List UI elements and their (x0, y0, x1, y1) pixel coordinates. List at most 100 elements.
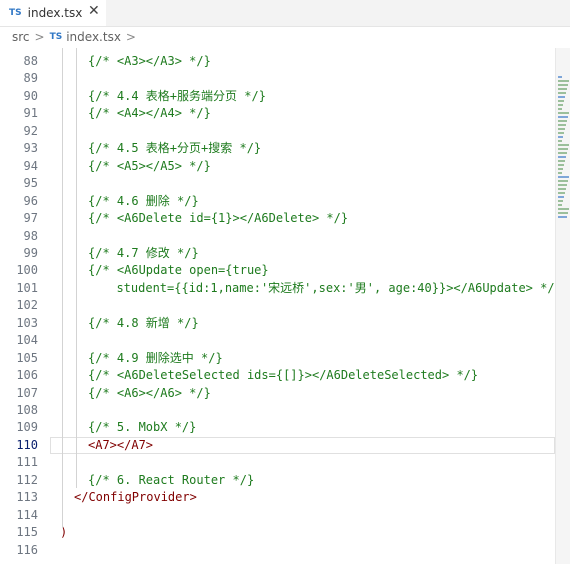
code-line[interactable]: 100 {/* <A6Update open={true} (0, 262, 555, 279)
overview-ruler-mark (558, 108, 562, 110)
close-icon[interactable]: ✕ (88, 3, 100, 19)
code-line[interactable]: 96 {/* 4.6 删除 */} (0, 193, 555, 210)
line-number: 100 (16, 263, 38, 278)
code-line[interactable]: 106 {/* <A6DeleteSelected ids={[]}></A6De… (0, 367, 555, 384)
code-text: {/* <A6DeleteSelected ids={[]}></A6Delet… (88, 368, 479, 383)
line-number: 93 (23, 141, 38, 156)
overview-ruler-mark (558, 200, 563, 202)
tab-label: index.tsx (27, 6, 83, 20)
code-line[interactable]: 92 (0, 123, 555, 140)
code-text: {/* 6. React Router */} (88, 472, 255, 487)
code-line[interactable]: 109 {/* 5. MobX */} (0, 419, 555, 436)
overview-ruler-mark (558, 168, 563, 170)
code-text: {/* 5. MobX */} (88, 420, 197, 435)
code-line[interactable]: 114 (0, 507, 555, 524)
typescript-icon: TS (9, 8, 22, 18)
line-number: 112 (16, 472, 38, 487)
code-text: {/* <A3></A3> */} (88, 54, 211, 68)
line-number: 94 (23, 158, 38, 173)
vertical-scrollbar[interactable] (555, 48, 570, 564)
code-line[interactable]: 111 (0, 454, 555, 471)
code-editor[interactable]: 88 {/* <A3></A3> */} 89 90 {/* 4.4 表格+服务端分页 … (0, 48, 562, 564)
line-number: 89 (23, 71, 38, 86)
overview-ruler-mark (558, 156, 566, 158)
line-number: 116 (16, 542, 38, 557)
code-line[interactable]: 90 {/* 4.4 表格+服务端分页 */} (0, 88, 555, 105)
indent-guide (76, 48, 77, 488)
overview-ruler-mark (558, 164, 564, 166)
code-line[interactable]: 93 {/* 4.5 表格+分页+搜索 */} (0, 140, 555, 157)
code-text: {/* <A6Update open={true} (88, 263, 269, 278)
code-line[interactable]: 102 (0, 297, 555, 314)
overview-ruler-mark (558, 128, 565, 130)
overview-ruler-mark (558, 160, 565, 162)
overview-ruler-mark (558, 112, 569, 114)
overview-ruler-mark (558, 196, 564, 198)
overview-ruler-mark (558, 176, 569, 178)
code-text: {/* 4.6 删除 */} (88, 193, 199, 208)
line-number: 106 (16, 368, 38, 383)
code-line[interactable]: 115) (0, 524, 555, 541)
code-line[interactable]: 103 {/* 4.8 新增 */} (0, 315, 555, 332)
overview-ruler-mark (558, 104, 563, 106)
line-number: 91 (23, 106, 38, 121)
overview-ruler-mark (558, 184, 567, 186)
breadcrumb-folder[interactable]: src (12, 30, 30, 44)
overview-ruler-mark (558, 84, 568, 86)
code-line[interactable]: 94 {/* <A5></A5> */} (0, 158, 555, 175)
code-line[interactable]: 105 {/* 4.9 删除选中 */} (0, 350, 555, 367)
overview-ruler-mark (558, 124, 566, 126)
code-line[interactable]: 112 {/* 6. React Router */} (0, 472, 555, 489)
line-number: 97 (23, 211, 38, 226)
overview-ruler-mark (558, 92, 566, 94)
chevron-right-icon: > (34, 30, 45, 44)
code-line[interactable]: 101 student={{id:1,name:'宋远桥',sex:'男', a… (0, 280, 562, 297)
editor-tab-bar: TS index.tsx ✕ (0, 0, 570, 27)
overview-ruler-mark (558, 96, 565, 98)
line-number: 111 (16, 455, 38, 470)
line-number: 105 (16, 350, 38, 365)
overview-ruler-mark (558, 192, 565, 194)
code-line[interactable]: 116 (0, 542, 555, 559)
line-number: 108 (16, 403, 38, 417)
code-line[interactable]: 88 {/* <A3></A3> */} (0, 53, 555, 70)
breadcrumb: src > TS index.tsx > (0, 26, 570, 48)
line-number: 95 (23, 176, 38, 191)
overview-ruler-mark (558, 136, 563, 138)
overview-ruler-mark (558, 208, 569, 210)
code-line[interactable]: 110 <A7></A7> (0, 436, 555, 454)
overview-ruler-mark (558, 116, 568, 118)
code-line[interactable]: 97 {/* <A6Delete id={1}></A6Delete> */} (0, 210, 555, 227)
line-number: 92 (23, 123, 38, 138)
overview-ruler-mark (558, 80, 569, 82)
code-text: {/* <A4></A4> */} (88, 106, 211, 121)
code-text: {/* <A6Delete id={1}></A6Delete> */} (88, 211, 349, 226)
code-line[interactable]: 108 (0, 402, 555, 419)
line-number: 107 (16, 385, 38, 400)
code-line[interactable]: 104 (0, 332, 555, 349)
overview-ruler-mark (558, 140, 562, 142)
overview-ruler-mark (558, 88, 567, 90)
overview-ruler-mark (558, 204, 562, 206)
code-line[interactable]: 89 (0, 70, 555, 87)
typescript-icon: TS (49, 32, 63, 42)
line-number: 88 (23, 54, 38, 68)
overview-ruler-mark (558, 100, 564, 102)
code-text: {/* 4.8 新增 */} (88, 315, 199, 330)
code-text: <A7></A7> (88, 437, 154, 452)
code-line[interactable]: 98 (0, 228, 555, 245)
code-line[interactable]: 99 {/* 4.7 修改 */} (0, 245, 555, 262)
line-number: 90 (23, 88, 38, 103)
code-text: student={{id:1,name:'宋远桥',sex:'男', age:4… (102, 280, 562, 295)
code-line[interactable]: 95 (0, 175, 555, 192)
line-number: 102 (16, 298, 38, 313)
code-line[interactable]: 113 </ConfigProvider> (0, 489, 555, 506)
line-number: 114 (16, 507, 38, 522)
breadcrumb-file[interactable]: index.tsx (66, 30, 121, 44)
line-number: 113 (16, 490, 38, 505)
code-line[interactable]: 107 {/* <A6></A6> */} (0, 385, 555, 402)
code-text: {/* 4.9 删除选中 */} (88, 350, 223, 365)
line-number: 99 (23, 245, 38, 260)
code-line[interactable]: 91 {/* <A4></A4> */} (0, 105, 555, 122)
tab-index-tsx[interactable]: TS index.tsx ✕ (0, 0, 106, 26)
